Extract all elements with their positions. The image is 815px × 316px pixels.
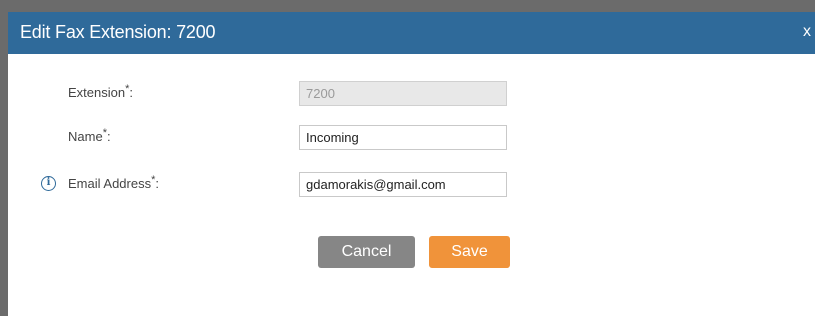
extension-field bbox=[299, 81, 507, 106]
save-button[interactable]: Save bbox=[429, 236, 510, 268]
edit-fax-extension-dialog: Edit Fax Extension: 7200 x Extension*: N… bbox=[8, 12, 815, 316]
email-label: Email Address*: bbox=[68, 174, 159, 191]
name-field[interactable] bbox=[299, 125, 507, 150]
extension-label: Extension*: bbox=[68, 83, 133, 100]
dialog-titlebar: Edit Fax Extension: 7200 x bbox=[8, 12, 815, 54]
name-label: Name*: bbox=[68, 127, 111, 144]
required-marker: * bbox=[125, 83, 130, 95]
extension-row: Extension*: bbox=[8, 81, 815, 107]
cancel-button[interactable]: Cancel bbox=[318, 236, 415, 268]
dialog-title: Edit Fax Extension: 7200 bbox=[20, 22, 216, 42]
close-icon[interactable]: x bbox=[803, 23, 815, 41]
email-row: i Email Address*: bbox=[8, 172, 815, 198]
required-marker: * bbox=[102, 127, 107, 139]
info-icon[interactable]: i bbox=[41, 176, 56, 191]
required-marker: * bbox=[151, 174, 156, 186]
email-field[interactable] bbox=[299, 172, 507, 197]
name-row: Name*: bbox=[8, 125, 815, 151]
